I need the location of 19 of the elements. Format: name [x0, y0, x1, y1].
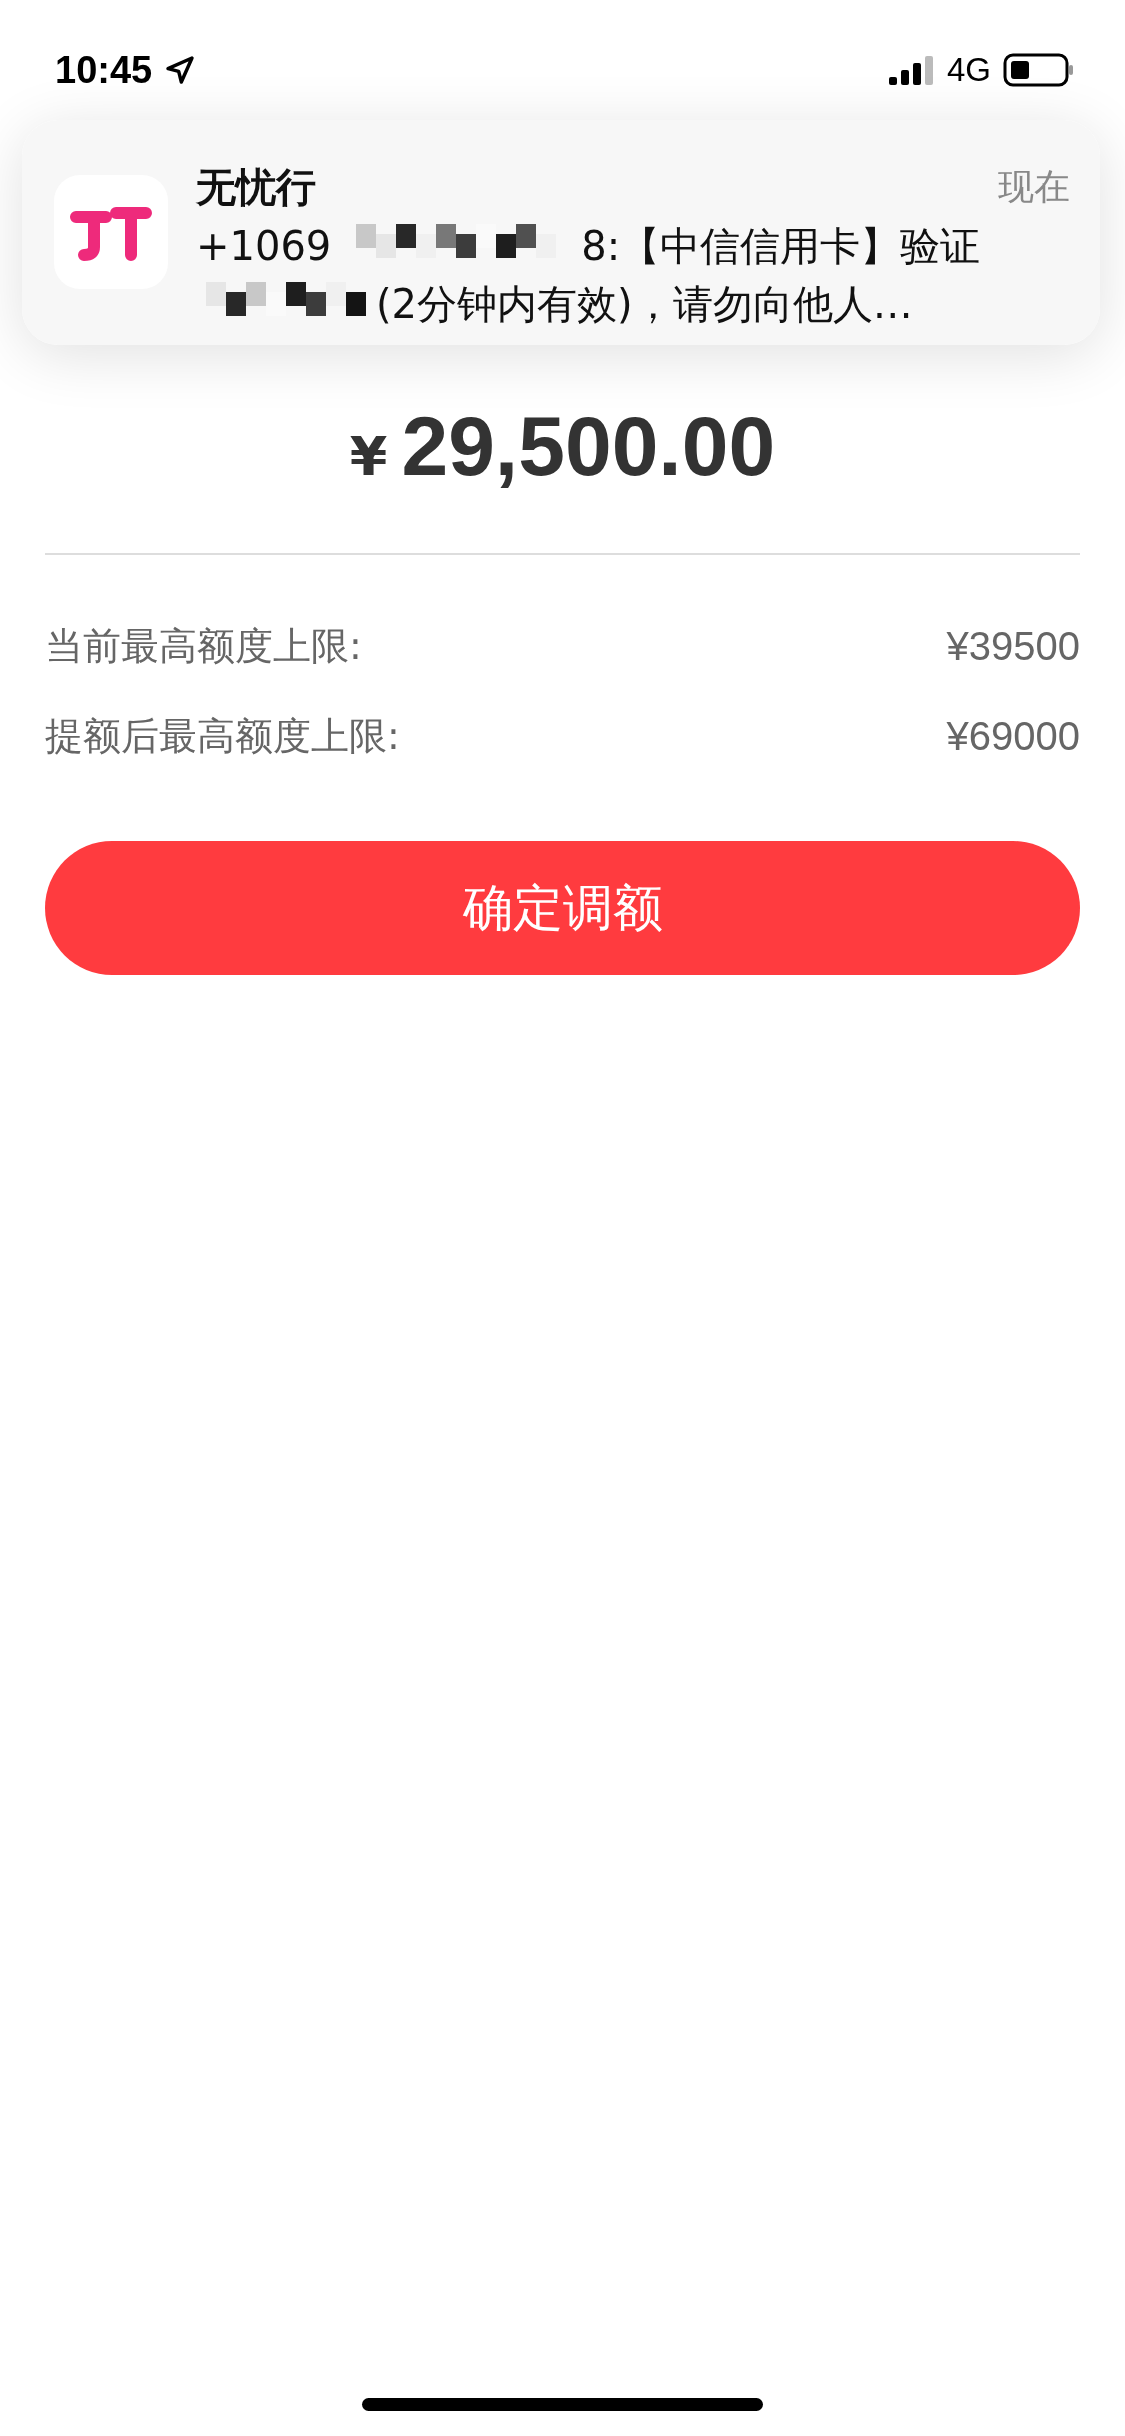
notification-message: 8:【中信信用卡】验证: [581, 221, 981, 271]
clock-time: 10:45: [55, 48, 153, 92]
notification-app-name: 无忧行: [196, 163, 316, 212]
limit-value: ¥39500: [946, 623, 1080, 669]
network-type: 4G: [946, 51, 991, 89]
confirm-button[interactable]: 确定调额: [45, 841, 1080, 975]
limit-value: ¥69000: [946, 713, 1080, 759]
app-icon: [54, 175, 168, 289]
limit-label: 当前最高额度上限:: [45, 622, 362, 670]
notification-sender: +1069: [196, 223, 332, 269]
location-arrow-icon: [164, 54, 197, 86]
notification-time: 现在: [998, 165, 1070, 209]
currency-symbol: ¥: [349, 425, 388, 488]
notification-banner[interactable]: 无忧行 现在 +1069 8:【中信信用卡】验证 (2分钟内有效)，请勿向他人…: [22, 120, 1100, 345]
increase-amount: 29,500.00: [401, 398, 776, 495]
notification-message: (2分钟内有效)，请勿向他人…: [376, 279, 913, 329]
signal-icon: [888, 55, 935, 85]
limit-label: 提额后最高额度上限:: [45, 712, 400, 760]
battery-icon: [1003, 53, 1075, 87]
